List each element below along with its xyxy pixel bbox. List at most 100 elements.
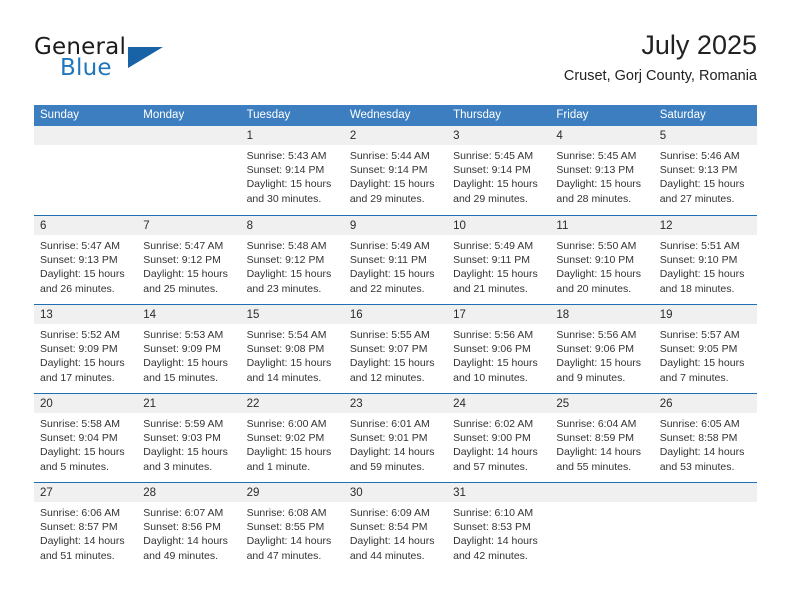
- day-cell[interactable]: 26 Sunrise: 6:05 AM Sunset: 8:58 PM Dayl…: [653, 394, 757, 482]
- sunset-text: Sunset: 9:14 PM: [246, 164, 325, 177]
- day-cell[interactable]: 9 Sunrise: 5:49 AM Sunset: 9:11 PM Dayli…: [343, 216, 448, 304]
- day-number: 25: [556, 398, 570, 410]
- sunrise-text: Sunrise: 6:07 AM: [143, 507, 224, 519]
- daylight-text-line2: and 47 minutes.: [246, 549, 322, 562]
- day-cell[interactable]: [653, 483, 757, 571]
- sunrise-text: Sunrise: 6:06 AM: [40, 507, 120, 519]
- day-number-strip: 11: [550, 216, 654, 235]
- day-cell[interactable]: 22 Sunrise: 6:00 AM Sunset: 9:02 PM Dayl…: [240, 394, 344, 482]
- sunrise-text: Sunrise: 6:05 AM: [659, 418, 740, 430]
- day-number: 17: [453, 309, 466, 321]
- day-details: Sunrise: 5:44 AM Sunset: 9:14 PM Dayligh…: [344, 145, 447, 206]
- daylight-text-line1: Daylight: 14 hours: [556, 446, 642, 459]
- day-number-strip: 21: [137, 394, 241, 413]
- day-cell[interactable]: 5 Sunrise: 5:46 AM Sunset: 9:13 PM Dayli…: [653, 126, 757, 215]
- sunrise-text: Sunrise: 5:51 AM: [659, 240, 740, 252]
- day-cell[interactable]: 7 Sunrise: 5:47 AM Sunset: 9:12 PM Dayli…: [137, 216, 241, 304]
- day-number-strip: 6: [34, 216, 138, 235]
- day-cell[interactable]: [550, 483, 654, 571]
- day-number-strip: [34, 126, 138, 145]
- day-cell[interactable]: 6 Sunrise: 5:47 AM Sunset: 9:13 PM Dayli…: [34, 216, 138, 304]
- day-cell[interactable]: 13 Sunrise: 5:52 AM Sunset: 9:09 PM Dayl…: [34, 305, 138, 393]
- sunset-text: Sunset: 9:04 PM: [40, 432, 118, 445]
- day-cell[interactable]: 16 Sunrise: 5:55 AM Sunset: 9:07 PM Dayl…: [343, 305, 448, 393]
- weekday-wednesday: Wednesday: [349, 109, 411, 121]
- day-cell[interactable]: 12 Sunrise: 5:51 AM Sunset: 9:10 PM Dayl…: [653, 216, 757, 304]
- day-cell[interactable]: 3 Sunrise: 5:45 AM Sunset: 9:14 PM Dayli…: [447, 126, 551, 215]
- day-cell[interactable]: 17 Sunrise: 5:56 AM Sunset: 9:06 PM Dayl…: [447, 305, 551, 393]
- day-cell[interactable]: 18 Sunrise: 5:56 AM Sunset: 9:06 PM Dayl…: [550, 305, 654, 393]
- sunset-text: Sunset: 9:06 PM: [453, 343, 531, 356]
- day-cell[interactable]: 4 Sunrise: 5:45 AM Sunset: 9:13 PM Dayli…: [550, 126, 654, 215]
- day-cell[interactable]: 2 Sunrise: 5:44 AM Sunset: 9:14 PM Dayli…: [343, 126, 448, 215]
- day-cell[interactable]: 10 Sunrise: 5:49 AM Sunset: 9:11 PM Dayl…: [447, 216, 551, 304]
- day-details: Sunrise: 5:59 AM Sunset: 9:03 PM Dayligh…: [137, 413, 240, 474]
- day-number: 26: [659, 398, 673, 410]
- day-cell[interactable]: 14 Sunrise: 5:53 AM Sunset: 9:09 PM Dayl…: [137, 305, 241, 393]
- day-details: Sunrise: 6:02 AM Sunset: 9:00 PM Dayligh…: [447, 413, 550, 474]
- day-cell[interactable]: 30 Sunrise: 6:09 AM Sunset: 8:54 PM Dayl…: [343, 483, 448, 571]
- day-details: Sunrise: 5:51 AM Sunset: 9:10 PM Dayligh…: [654, 235, 757, 296]
- daylight-text-line2: and 55 minutes.: [556, 460, 632, 473]
- sunrise-text: Sunrise: 5:46 AM: [659, 150, 740, 162]
- day-details: Sunrise: 5:56 AM Sunset: 9:06 PM Dayligh…: [550, 324, 653, 385]
- sunrise-text: Sunrise: 5:59 AM: [143, 418, 224, 430]
- sunset-text: Sunset: 9:14 PM: [453, 164, 531, 177]
- daylight-text-line1: Daylight: 14 hours: [40, 535, 125, 548]
- week-row: 20 Sunrise: 5:58 AM Sunset: 9:04 PM Dayl…: [34, 393, 757, 482]
- day-details: Sunrise: 5:47 AM Sunset: 9:12 PM Dayligh…: [137, 235, 240, 296]
- day-cell[interactable]: [34, 126, 138, 215]
- day-cell[interactable]: 20 Sunrise: 5:58 AM Sunset: 9:04 PM Dayl…: [34, 394, 138, 482]
- day-number-strip: 3: [447, 126, 551, 145]
- daylight-text-line1: Daylight: 15 hours: [143, 357, 228, 370]
- sunrise-text: Sunrise: 5:57 AM: [659, 329, 740, 341]
- calendar-page: General Blue July 2025 Cruset, Gorj Coun…: [0, 0, 792, 612]
- sunrise-text: Sunrise: 6:04 AM: [556, 418, 637, 430]
- day-cell[interactable]: 11 Sunrise: 5:50 AM Sunset: 9:10 PM Dayl…: [550, 216, 654, 304]
- daylight-text-line2: and 25 minutes.: [143, 282, 218, 295]
- daylight-text-line1: Daylight: 15 hours: [40, 268, 125, 281]
- day-number: 8: [246, 220, 253, 232]
- day-cell[interactable]: 1 Sunrise: 5:43 AM Sunset: 9:14 PM Dayli…: [240, 126, 344, 215]
- daylight-text-line1: Daylight: 14 hours: [453, 535, 538, 548]
- sunrise-text: Sunrise: 6:10 AM: [453, 507, 534, 519]
- day-details: Sunrise: 5:56 AM Sunset: 9:06 PM Dayligh…: [447, 324, 550, 385]
- logo-triangle-icon: [128, 47, 163, 68]
- day-number: 10: [453, 220, 466, 232]
- day-cell[interactable]: 19 Sunrise: 5:57 AM Sunset: 9:05 PM Dayl…: [653, 305, 757, 393]
- sunset-text: Sunset: 9:05 PM: [659, 343, 738, 356]
- day-cell[interactable]: 28 Sunrise: 6:07 AM Sunset: 8:56 PM Dayl…: [137, 483, 241, 571]
- day-details: Sunrise: 6:07 AM Sunset: 8:56 PM Dayligh…: [137, 502, 240, 563]
- day-number: 28: [143, 487, 157, 499]
- daylight-text-line1: Daylight: 15 hours: [246, 268, 332, 281]
- day-details: Sunrise: 5:47 AM Sunset: 9:13 PM Dayligh…: [34, 235, 137, 296]
- day-number-strip: 31: [447, 483, 551, 502]
- daylight-text-line2: and 26 minutes.: [40, 282, 115, 295]
- day-cell[interactable]: 8 Sunrise: 5:48 AM Sunset: 9:12 PM Dayli…: [240, 216, 344, 304]
- sunrise-text: Sunrise: 5:56 AM: [453, 329, 534, 341]
- day-cell[interactable]: 21 Sunrise: 5:59 AM Sunset: 9:03 PM Dayl…: [137, 394, 241, 482]
- page-title: July 2025: [641, 30, 757, 60]
- sunrise-text: Sunrise: 5:56 AM: [556, 329, 637, 341]
- weekday-tuesday: Tuesday: [246, 109, 291, 121]
- day-cell[interactable]: 25 Sunrise: 6:04 AM Sunset: 8:59 PM Dayl…: [550, 394, 654, 482]
- day-number: 27: [40, 487, 53, 499]
- sunrise-text: Sunrise: 5:43 AM: [246, 150, 327, 162]
- day-cell[interactable]: 31 Sunrise: 6:10 AM Sunset: 8:53 PM Dayl…: [447, 483, 551, 571]
- day-cell[interactable]: 29 Sunrise: 6:08 AM Sunset: 8:55 PM Dayl…: [240, 483, 344, 571]
- day-cell[interactable]: 23 Sunrise: 6:01 AM Sunset: 9:01 PM Dayl…: [343, 394, 448, 482]
- day-cell[interactable]: 15 Sunrise: 5:54 AM Sunset: 9:08 PM Dayl…: [240, 305, 344, 393]
- sunset-text: Sunset: 9:07 PM: [349, 343, 428, 356]
- daylight-text-line2: and 42 minutes.: [453, 549, 528, 562]
- day-number: 30: [349, 487, 363, 499]
- day-cell[interactable]: [137, 126, 241, 215]
- daylight-text-line1: Daylight: 15 hours: [659, 178, 745, 191]
- daylight-text-line2: and 7 minutes.: [659, 371, 729, 384]
- day-cell[interactable]: 27 Sunrise: 6:06 AM Sunset: 8:57 PM Dayl…: [34, 483, 138, 571]
- day-cell[interactable]: 24 Sunrise: 6:02 AM Sunset: 9:00 PM Dayl…: [447, 394, 551, 482]
- week-row: 27 Sunrise: 6:06 AM Sunset: 8:57 PM Dayl…: [34, 482, 757, 571]
- daylight-text-line1: Daylight: 14 hours: [659, 446, 745, 459]
- daylight-text-line2: and 18 minutes.: [659, 282, 735, 295]
- daylight-text-line2: and 17 minutes.: [40, 371, 115, 384]
- weekday-header-row: Sunday Monday Tuesday Wednesday Thursday…: [34, 105, 757, 126]
